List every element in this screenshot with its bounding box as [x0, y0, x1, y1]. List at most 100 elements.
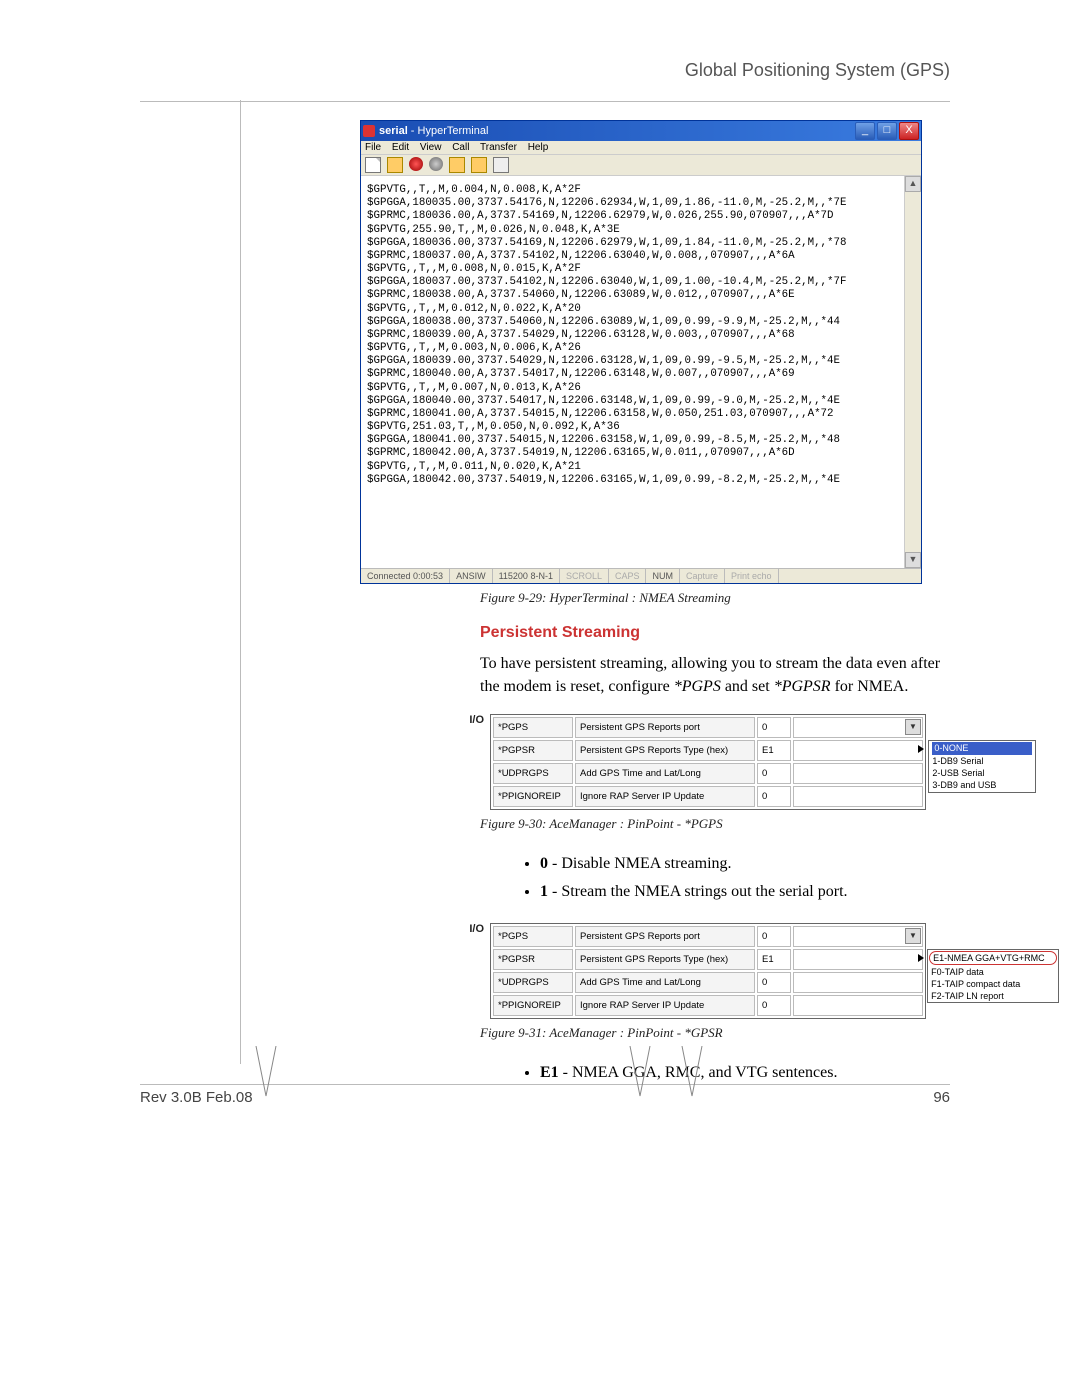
param-value[interactable]: 0 — [757, 717, 791, 738]
scrollbar[interactable]: ▲ ▼ — [904, 176, 921, 568]
dropdown-option[interactable]: 3-DB9 and USB — [932, 779, 1032, 791]
status-port: 115200 8-N-1 — [493, 569, 560, 583]
status-echo: Print echo — [725, 569, 779, 583]
dropdown-option[interactable]: 2-USB Serial — [932, 767, 1032, 779]
figure-31-caption: Figure 9-31: AceManager : PinPoint - *GP… — [480, 1025, 950, 1041]
io-column-header: I/O — [460, 714, 484, 726]
dropdown-option[interactable]: F0-TAIP data — [928, 966, 1058, 978]
param-dropdown[interactable]: 0-NONE 1-DB9 Serial 2-USB Serial 3-DB9 a… — [793, 740, 923, 761]
param-desc: Ignore RAP Server IP Update — [575, 786, 755, 807]
param-name: *PGPS — [493, 717, 573, 738]
table-row: *PGPS Persistent GPS Reports port 0 ▼ — [493, 717, 923, 738]
param-value[interactable]: E1 — [757, 949, 791, 970]
param-desc: Add GPS Time and Lat/Long — [575, 972, 755, 993]
param-desc: Persistent GPS Reports Type (hex) — [575, 949, 755, 970]
receive-icon[interactable] — [471, 157, 487, 173]
list-item: 0 - Disable NMEA streaming. — [540, 850, 950, 877]
table-row: *UDPRGPS Add GPS Time and Lat/Long 0 — [493, 763, 923, 784]
cut-mark-icon — [236, 1046, 296, 1116]
window-title-doc: serial — [379, 125, 408, 137]
param-value[interactable]: 0 — [757, 786, 791, 807]
scroll-down-icon[interactable]: ▼ — [905, 552, 921, 568]
maximize-button[interactable]: □ — [877, 122, 897, 140]
param-name: *PGPS — [493, 926, 573, 947]
menu-help[interactable]: Help — [528, 142, 549, 153]
param-value[interactable]: 0 — [757, 763, 791, 784]
dropdown-option[interactable]: 0-NONE — [932, 742, 1032, 754]
acemanager-gpsr-block: I/O *PGPS Persistent GPS Reports port 0 … — [460, 923, 950, 1019]
menu-file[interactable]: File — [365, 142, 381, 153]
scroll-up-icon[interactable]: ▲ — [905, 176, 921, 192]
param-value[interactable]: 0 — [757, 972, 791, 993]
param-desc: Persistent GPS Reports port — [575, 717, 755, 738]
dropdown-arrow-icon[interactable]: ▼ — [905, 719, 921, 735]
header-divider — [140, 101, 950, 102]
param-dropdown[interactable]: E1-NMEA GGA+VTG+RMC F0-TAIP data F1-TAIP… — [793, 949, 923, 970]
menu-transfer[interactable]: Transfer — [480, 142, 517, 153]
hyperterminal-window: serial - HyperTerminal _ □ X File Edit V… — [360, 120, 922, 584]
close-button[interactable]: X — [899, 122, 919, 140]
minimize-button[interactable]: _ — [855, 122, 875, 140]
cut-mark-icon — [610, 1046, 670, 1116]
status-connected: Connected 0:00:53 — [361, 569, 450, 583]
menu-view[interactable]: View — [420, 142, 442, 153]
section-heading: Persistent Streaming — [480, 624, 950, 642]
section-paragraph: To have persistent streaming, allowing y… — [480, 652, 950, 698]
properties-icon[interactable] — [493, 157, 509, 173]
param-name: *PGPSR — [493, 949, 573, 970]
acemanager-pgps-table: *PGPS Persistent GPS Reports port 0 ▼ *P… — [490, 714, 926, 810]
param-value[interactable]: 0 — [757, 926, 791, 947]
window-title-app: - HyperTerminal — [408, 125, 489, 137]
dropdown-option[interactable]: 1-DB9 Serial — [932, 755, 1032, 767]
dropdown-option-selected[interactable]: E1-NMEA GGA+VTG+RMC — [929, 951, 1057, 965]
table-row: *PPIGNOREIP Ignore RAP Server IP Update … — [493, 995, 923, 1016]
footer-page-number: 96 — [933, 1089, 950, 1106]
param-name: *UDPRGPS — [493, 972, 573, 993]
status-emulation: ANSIW — [450, 569, 493, 583]
table-row: *PGPS Persistent GPS Reports port 0 ▼ — [493, 926, 923, 947]
window-titlebar[interactable]: serial - HyperTerminal _ □ X — [361, 121, 921, 141]
param-field[interactable] — [793, 786, 923, 807]
dropdown-arrow-icon[interactable]: ▼ — [905, 928, 921, 944]
status-scroll: SCROLL — [560, 569, 609, 583]
bullet-list-pgps: 0 - Disable NMEA streaming. 1 - Stream t… — [500, 850, 950, 904]
send-icon[interactable] — [449, 157, 465, 173]
acemanager-pgps-block: I/O *PGPS Persistent GPS Reports port 0 … — [460, 714, 950, 810]
status-bar: Connected 0:00:53 ANSIW 115200 8-N-1 SCR… — [361, 568, 921, 583]
param-name: *UDPRGPS — [493, 763, 573, 784]
list-item: 1 - Stream the NMEA strings out the seri… — [540, 878, 950, 905]
cut-mark-icon — [662, 1046, 722, 1116]
dropdown-option[interactable]: F1-TAIP compact data — [928, 978, 1058, 990]
dropdown-popup[interactable]: 0-NONE 1-DB9 Serial 2-USB Serial 3-DB9 a… — [928, 740, 1036, 793]
list-item: E1 - NMEA GGA, RMC, and VTG sentences. — [540, 1059, 950, 1086]
status-capture: Capture — [680, 569, 725, 583]
acemanager-gpsr-table: *PGPS Persistent GPS Reports port 0 ▼ *P… — [490, 923, 926, 1019]
param-name: *PGPSR — [493, 740, 573, 761]
dropdown-popup[interactable]: E1-NMEA GGA+VTG+RMC F0-TAIP data F1-TAIP… — [927, 949, 1059, 1004]
app-icon — [363, 125, 375, 137]
param-desc: Ignore RAP Server IP Update — [575, 995, 755, 1016]
menu-edit[interactable]: Edit — [392, 142, 409, 153]
margin-rule — [240, 100, 241, 1064]
param-desc: Persistent GPS Reports Type (hex) — [575, 740, 755, 761]
connect-icon[interactable] — [409, 157, 423, 171]
open-icon[interactable] — [387, 157, 403, 173]
param-value[interactable]: E1 — [757, 740, 791, 761]
table-row: *PPIGNOREIP Ignore RAP Server IP Update … — [493, 786, 923, 807]
param-field[interactable] — [793, 763, 923, 784]
dropdown-option[interactable]: F2-TAIP LN report — [928, 990, 1058, 1002]
param-field[interactable] — [793, 972, 923, 993]
param-dropdown[interactable]: ▼ — [793, 926, 923, 947]
new-icon[interactable] — [365, 157, 381, 173]
menu-bar[interactable]: File Edit View Call Transfer Help — [361, 141, 921, 155]
status-caps: CAPS — [609, 569, 647, 583]
param-dropdown[interactable]: ▼ — [793, 717, 923, 738]
figure-29-caption: Figure 9-29: HyperTerminal : NMEA Stream… — [480, 590, 950, 606]
status-num: NUM — [646, 569, 680, 583]
disconnect-icon[interactable] — [429, 157, 443, 171]
param-name: *PPIGNOREIP — [493, 995, 573, 1016]
param-field[interactable] — [793, 995, 923, 1016]
param-value[interactable]: 0 — [757, 995, 791, 1016]
io-column-header: I/O — [460, 923, 484, 935]
menu-call[interactable]: Call — [452, 142, 469, 153]
